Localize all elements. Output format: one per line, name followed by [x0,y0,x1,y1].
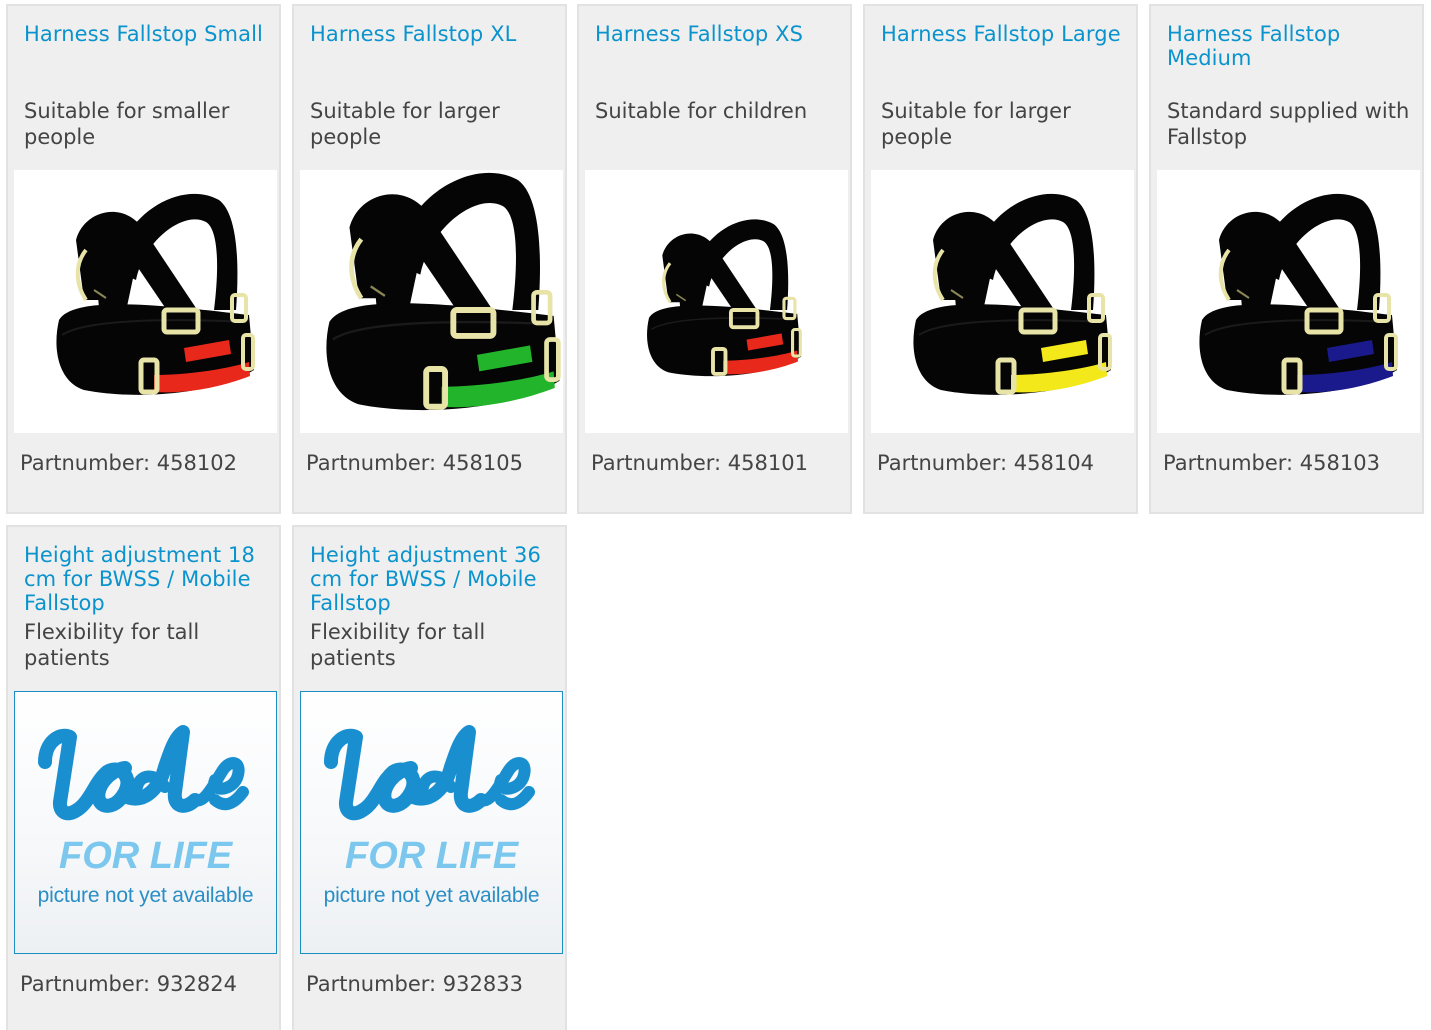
placeholder-text: picture not yet available [323,884,540,907]
part-number: Partnumber: 932824 [20,972,237,996]
part-number: Partnumber: 458103 [1163,451,1380,475]
harness-image[interactable] [1157,170,1420,433]
product-card[interactable]: Harness Fallstop Small Suitable for smal… [6,4,281,514]
harness-image[interactable] [14,170,277,433]
lode-logo-placeholder[interactable]: FOR LIFE picture not yet available [300,691,563,954]
harness-image[interactable] [585,170,848,433]
product-description: Suitable for children [595,99,808,123]
svg-text:FOR LIFE: FOR LIFE [59,835,234,877]
part-number: Partnumber: 458104 [877,451,1094,475]
product-card[interactable]: Harness Fallstop Large Suitable for larg… [863,4,1138,514]
harness-image[interactable] [300,170,563,433]
part-number: Partnumber: 458105 [306,451,523,475]
placeholder-text: picture not yet available [37,884,254,907]
product-title[interactable]: Harness Fallstop Large [881,22,1126,46]
product-title[interactable]: Harness Fallstop Medium [1167,22,1412,70]
lode-logo-placeholder[interactable]: FOR LIFE picture not yet available [14,691,277,954]
product-card[interactable]: Harness Fallstop XL Suitable for larger … [292,4,567,514]
product-title[interactable]: Harness Fallstop Small [24,22,269,46]
harness-image[interactable] [871,170,1134,433]
product-card[interactable]: Height adjustment 18 cm for BWSS / Mobil… [6,525,281,1030]
product-grid: Harness Fallstop Small Suitable for smal… [0,0,1431,1030]
product-description: Suitable for smaller people [24,99,230,149]
product-description: Flexibility for tall patients [310,620,486,670]
part-number: Partnumber: 932833 [306,972,523,996]
product-card[interactable]: Height adjustment 36 cm for BWSS / Mobil… [292,525,567,1030]
product-description: Standard supplied with Fallstop [1167,99,1410,149]
product-card[interactable]: Harness Fallstop Medium Standard supplie… [1149,4,1424,514]
svg-text:FOR LIFE: FOR LIFE [345,835,520,877]
product-description: Suitable for larger people [310,99,500,149]
product-card[interactable]: Harness Fallstop XS Suitable for childre… [577,4,852,514]
product-title[interactable]: Height adjustment 36 cm for BWSS / Mobil… [310,543,555,615]
product-title[interactable]: Harness Fallstop XL [310,22,555,46]
product-description: Suitable for larger people [881,99,1071,149]
product-title[interactable]: Height adjustment 18 cm for BWSS / Mobil… [24,543,269,615]
lode-logo-icon: FOR LIFE [38,725,249,877]
product-title[interactable]: Harness Fallstop XS [595,22,840,46]
lode-logo-icon: FOR LIFE [324,725,535,877]
part-number: Partnumber: 458101 [591,451,808,475]
part-number: Partnumber: 458102 [20,451,237,475]
product-description: Flexibility for tall patients [24,620,200,670]
